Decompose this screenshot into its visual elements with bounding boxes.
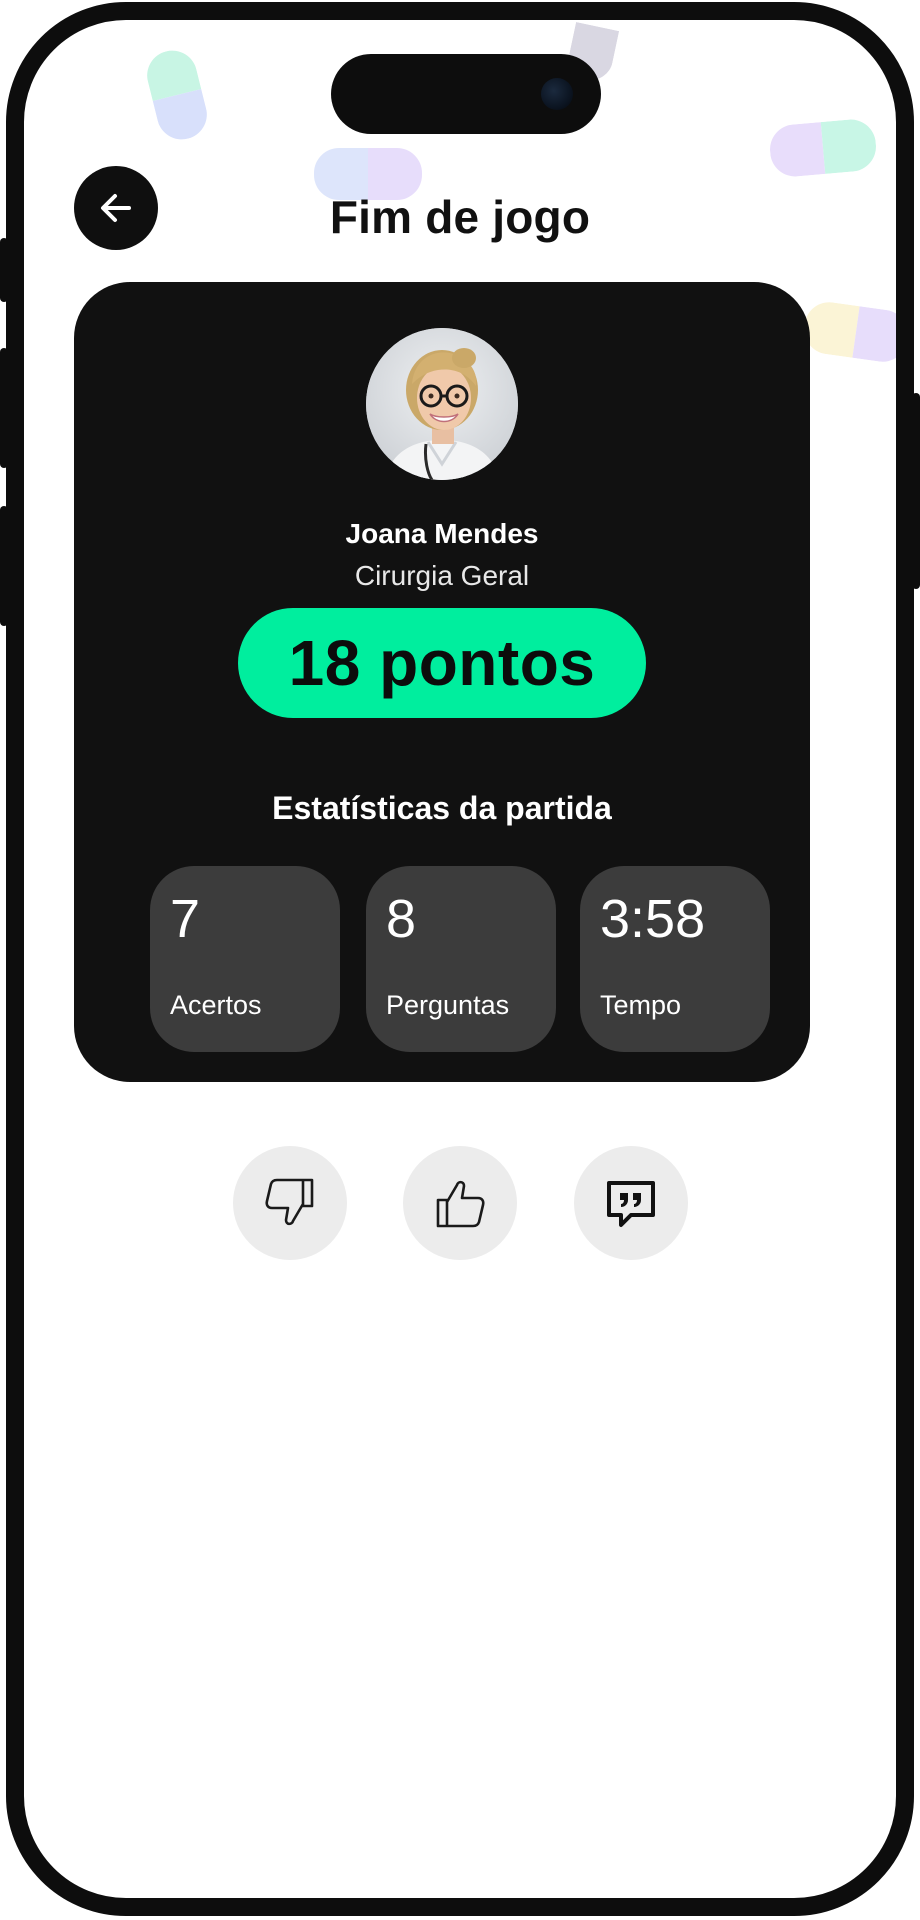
player-specialty: Cirurgia Geral — [354, 560, 530, 591]
stat-tile-tempo: 3:58 Tempo — [580, 866, 770, 1052]
results-card: Joana Mendes Cirurgia Geral 18 pontos Es… — [74, 282, 810, 1082]
stat-tile-perguntas: 8 Perguntas — [366, 866, 556, 1052]
stat-label: Perguntas — [386, 990, 510, 1020]
stat-label: Acertos — [170, 990, 262, 1020]
stat-value: 3:58 — [600, 889, 706, 949]
comment-button[interactable] — [574, 1146, 688, 1260]
page-title: Fim de jogo — [329, 191, 591, 243]
thumbs-down-icon — [265, 1178, 314, 1226]
like-button[interactable] — [403, 1146, 517, 1260]
stat-tile-acertos: 7 Acertos — [150, 866, 340, 1052]
decorative-pill — [800, 299, 896, 365]
stat-value: 8 — [386, 889, 417, 949]
decorative-pill — [767, 117, 879, 179]
front-camera — [541, 78, 573, 110]
score-badge: 18 pontos — [238, 608, 646, 718]
player-name: Joana Mendes — [345, 518, 539, 549]
avatar-photo — [366, 328, 518, 480]
dislike-button[interactable] — [233, 1146, 347, 1260]
stat-value: 7 — [170, 889, 201, 949]
dynamic-island — [331, 54, 601, 134]
avatar — [366, 328, 518, 480]
quote-comment-icon — [607, 1181, 655, 1227]
stat-label: Tempo — [600, 990, 682, 1020]
thumbs-up-icon — [436, 1180, 485, 1228]
decorative-pill — [141, 45, 213, 145]
stats-title: Estatísticas da partida — [272, 790, 612, 826]
